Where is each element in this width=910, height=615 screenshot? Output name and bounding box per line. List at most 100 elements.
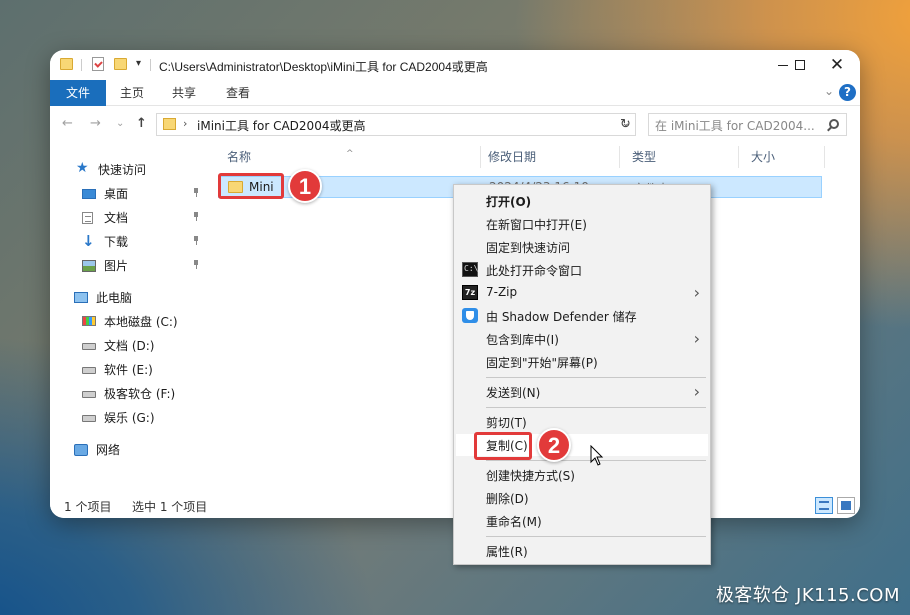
menu-item-pin-quick-access[interactable]: 固定到快速访问 xyxy=(456,236,708,258)
new-folder-icon[interactable] xyxy=(114,58,127,70)
folder-icon[interactable] xyxy=(60,58,73,70)
sidebar-item-label: 快速访问 xyxy=(98,163,147,177)
menu-item-label: 剪切(T) xyxy=(486,416,527,430)
shield-icon xyxy=(462,308,478,323)
column-header-size[interactable]: 大小 xyxy=(738,146,825,168)
step2-highlight xyxy=(474,432,532,460)
chevron-right-icon: › xyxy=(693,329,700,348)
sidebar-item-label: 文档 xyxy=(104,211,129,225)
ribbon: 文件 主页 共享 查看 ⌄ ? xyxy=(50,80,860,106)
window-title: C:\Users\Administrator\Desktop\iMini工具 f… xyxy=(159,60,488,74)
recent-locations-icon[interactable]: ⌄ xyxy=(116,118,124,129)
menu-item-delete[interactable]: 删除(D) xyxy=(456,487,708,509)
step1-highlight xyxy=(218,173,284,199)
large-icons-view-button[interactable] xyxy=(837,497,855,514)
sidebar-item-label: 软件 (E:) xyxy=(104,363,153,377)
menu-item-label: 在新窗口中打开(E) xyxy=(486,218,587,232)
drive-icon xyxy=(82,415,96,422)
menu-item-label: 属性(R) xyxy=(486,545,528,559)
menu-item-7zip[interactable]: 7z 7-Zip › xyxy=(456,282,708,304)
column-header-date[interactable]: 修改日期 xyxy=(475,146,620,168)
column-label: 名称 xyxy=(227,150,252,164)
sidebar-item-desktop[interactable]: 桌面 xyxy=(82,182,208,206)
tab-home[interactable]: 主页 xyxy=(112,80,152,106)
menu-item-properties[interactable]: 属性(R) xyxy=(456,540,708,562)
menu-item-label: 发送到(N) xyxy=(486,386,541,400)
sidebar-item-pictures[interactable]: 图片 xyxy=(82,254,208,278)
sidebar-item-documents[interactable]: 文档 xyxy=(82,206,208,230)
step-badge-1: 1 xyxy=(288,169,322,203)
properties-icon[interactable] xyxy=(92,57,104,71)
quick-access-dropdown-icon[interactable]: ▾ xyxy=(136,58,141,69)
sidebar-item-label: 下载 xyxy=(104,235,129,249)
menu-item-rename[interactable]: 重命名(M) xyxy=(456,510,708,532)
menu-item-shadow-defender[interactable]: 由 Shadow Defender 储存 xyxy=(456,305,708,327)
pictures-icon xyxy=(82,260,96,272)
tab-file[interactable]: 文件 xyxy=(50,80,106,106)
network-icon xyxy=(74,444,88,456)
sidebar-item-label: 图片 xyxy=(104,259,129,273)
search-input[interactable]: 在 iMini工具 for CAD2004... xyxy=(648,113,847,136)
navigation-bar: ← → ⌄ ↑ › iMini工具 for CAD2004或更高 ⌄ ↻ 在 i… xyxy=(50,106,860,142)
menu-separator xyxy=(486,536,706,537)
breadcrumb-chevron-icon[interactable]: › xyxy=(183,117,187,130)
menu-item-label: 固定到快速访问 xyxy=(486,241,571,255)
menu-item-cut[interactable]: 剪切(T) xyxy=(456,411,708,433)
menu-item-label: 由 Shadow Defender 储存 xyxy=(486,310,637,324)
download-icon: ↓ xyxy=(82,232,95,250)
details-view-icon xyxy=(819,501,829,510)
column-header-type[interactable]: 类型 xyxy=(619,146,739,168)
sidebar-item-label: 本地磁盘 (C:) xyxy=(104,315,178,329)
menu-item-open-command-window[interactable]: C:\ 此处打开命令窗口 xyxy=(456,259,708,281)
sidebar-item-label: 网络 xyxy=(96,443,121,457)
back-arrow-icon[interactable]: ← xyxy=(62,116,73,131)
forward-arrow-icon[interactable]: → xyxy=(90,116,101,131)
item-count: 1 个项目 xyxy=(64,500,112,514)
menu-item-label: 重命名(M) xyxy=(486,515,542,529)
menu-item-send-to[interactable]: 发送到(N) › xyxy=(456,381,708,403)
up-arrow-icon[interactable]: ↑ xyxy=(136,116,147,131)
mouse-cursor-icon xyxy=(590,445,604,466)
step-badge-2: 2 xyxy=(537,428,571,462)
sidebar-item-label: 此电脑 xyxy=(96,291,133,305)
folder-icon xyxy=(163,118,176,130)
pin-icon xyxy=(193,260,200,269)
tab-view[interactable]: 查看 xyxy=(218,80,258,106)
address-bar[interactable]: › iMini工具 for CAD2004或更高 ⌄ xyxy=(156,113,636,136)
menu-item-create-shortcut[interactable]: 创建快捷方式(S) xyxy=(456,464,708,486)
refresh-icon[interactable]: ↻ xyxy=(616,113,636,136)
chevron-right-icon: › xyxy=(693,283,700,302)
system-drive-icon xyxy=(82,316,96,326)
menu-item-include-in-library[interactable]: 包含到库中(I) › xyxy=(456,328,708,350)
pin-icon xyxy=(193,212,200,221)
menu-item-pin-to-start[interactable]: 固定到"开始"屏幕(P) xyxy=(456,351,708,373)
menu-item-open-new-window[interactable]: 在新窗口中打开(E) xyxy=(456,213,708,235)
column-header-name[interactable]: 名称 ^ xyxy=(214,146,481,168)
tab-share[interactable]: 共享 xyxy=(164,80,204,106)
menu-separator xyxy=(486,407,706,408)
menu-item-label: 创建快捷方式(S) xyxy=(486,469,575,483)
star-icon: ★ xyxy=(76,160,89,176)
breadcrumb[interactable]: iMini工具 for CAD2004或更高 xyxy=(197,117,365,134)
menu-item-label: 7-Zip xyxy=(486,285,518,299)
help-icon[interactable]: ? xyxy=(839,84,856,101)
sidebar-item-label: 桌面 xyxy=(104,187,129,201)
large-icons-icon xyxy=(841,501,851,510)
context-menu: 打开(O) 在新窗口中打开(E) 固定到快速访问 C:\ 此处打开命令窗口 7z… xyxy=(453,184,711,565)
menu-item-open[interactable]: 打开(O) xyxy=(456,190,708,212)
menu-item-label: 此处打开命令窗口 xyxy=(486,264,583,278)
selected-count: 选中 1 个项目 xyxy=(132,500,208,514)
sort-ascending-icon: ^ xyxy=(346,149,354,159)
details-view-button[interactable] xyxy=(815,497,833,514)
sidebar-item-downloads[interactable]: ↓ 下载 xyxy=(82,230,208,254)
menu-item-label: 包含到库中(I) xyxy=(486,333,559,347)
watermark: 极客软仓 JK115.COM xyxy=(715,585,900,606)
7zip-icon: 7z xyxy=(462,285,478,300)
drive-icon xyxy=(82,343,96,350)
search-icon xyxy=(829,119,839,129)
close-button[interactable]: ✕ xyxy=(814,50,860,80)
pin-icon xyxy=(193,236,200,245)
maximize-icon xyxy=(795,60,805,70)
menu-separator xyxy=(486,377,706,378)
expand-ribbon-icon[interactable]: ⌄ xyxy=(824,84,834,98)
